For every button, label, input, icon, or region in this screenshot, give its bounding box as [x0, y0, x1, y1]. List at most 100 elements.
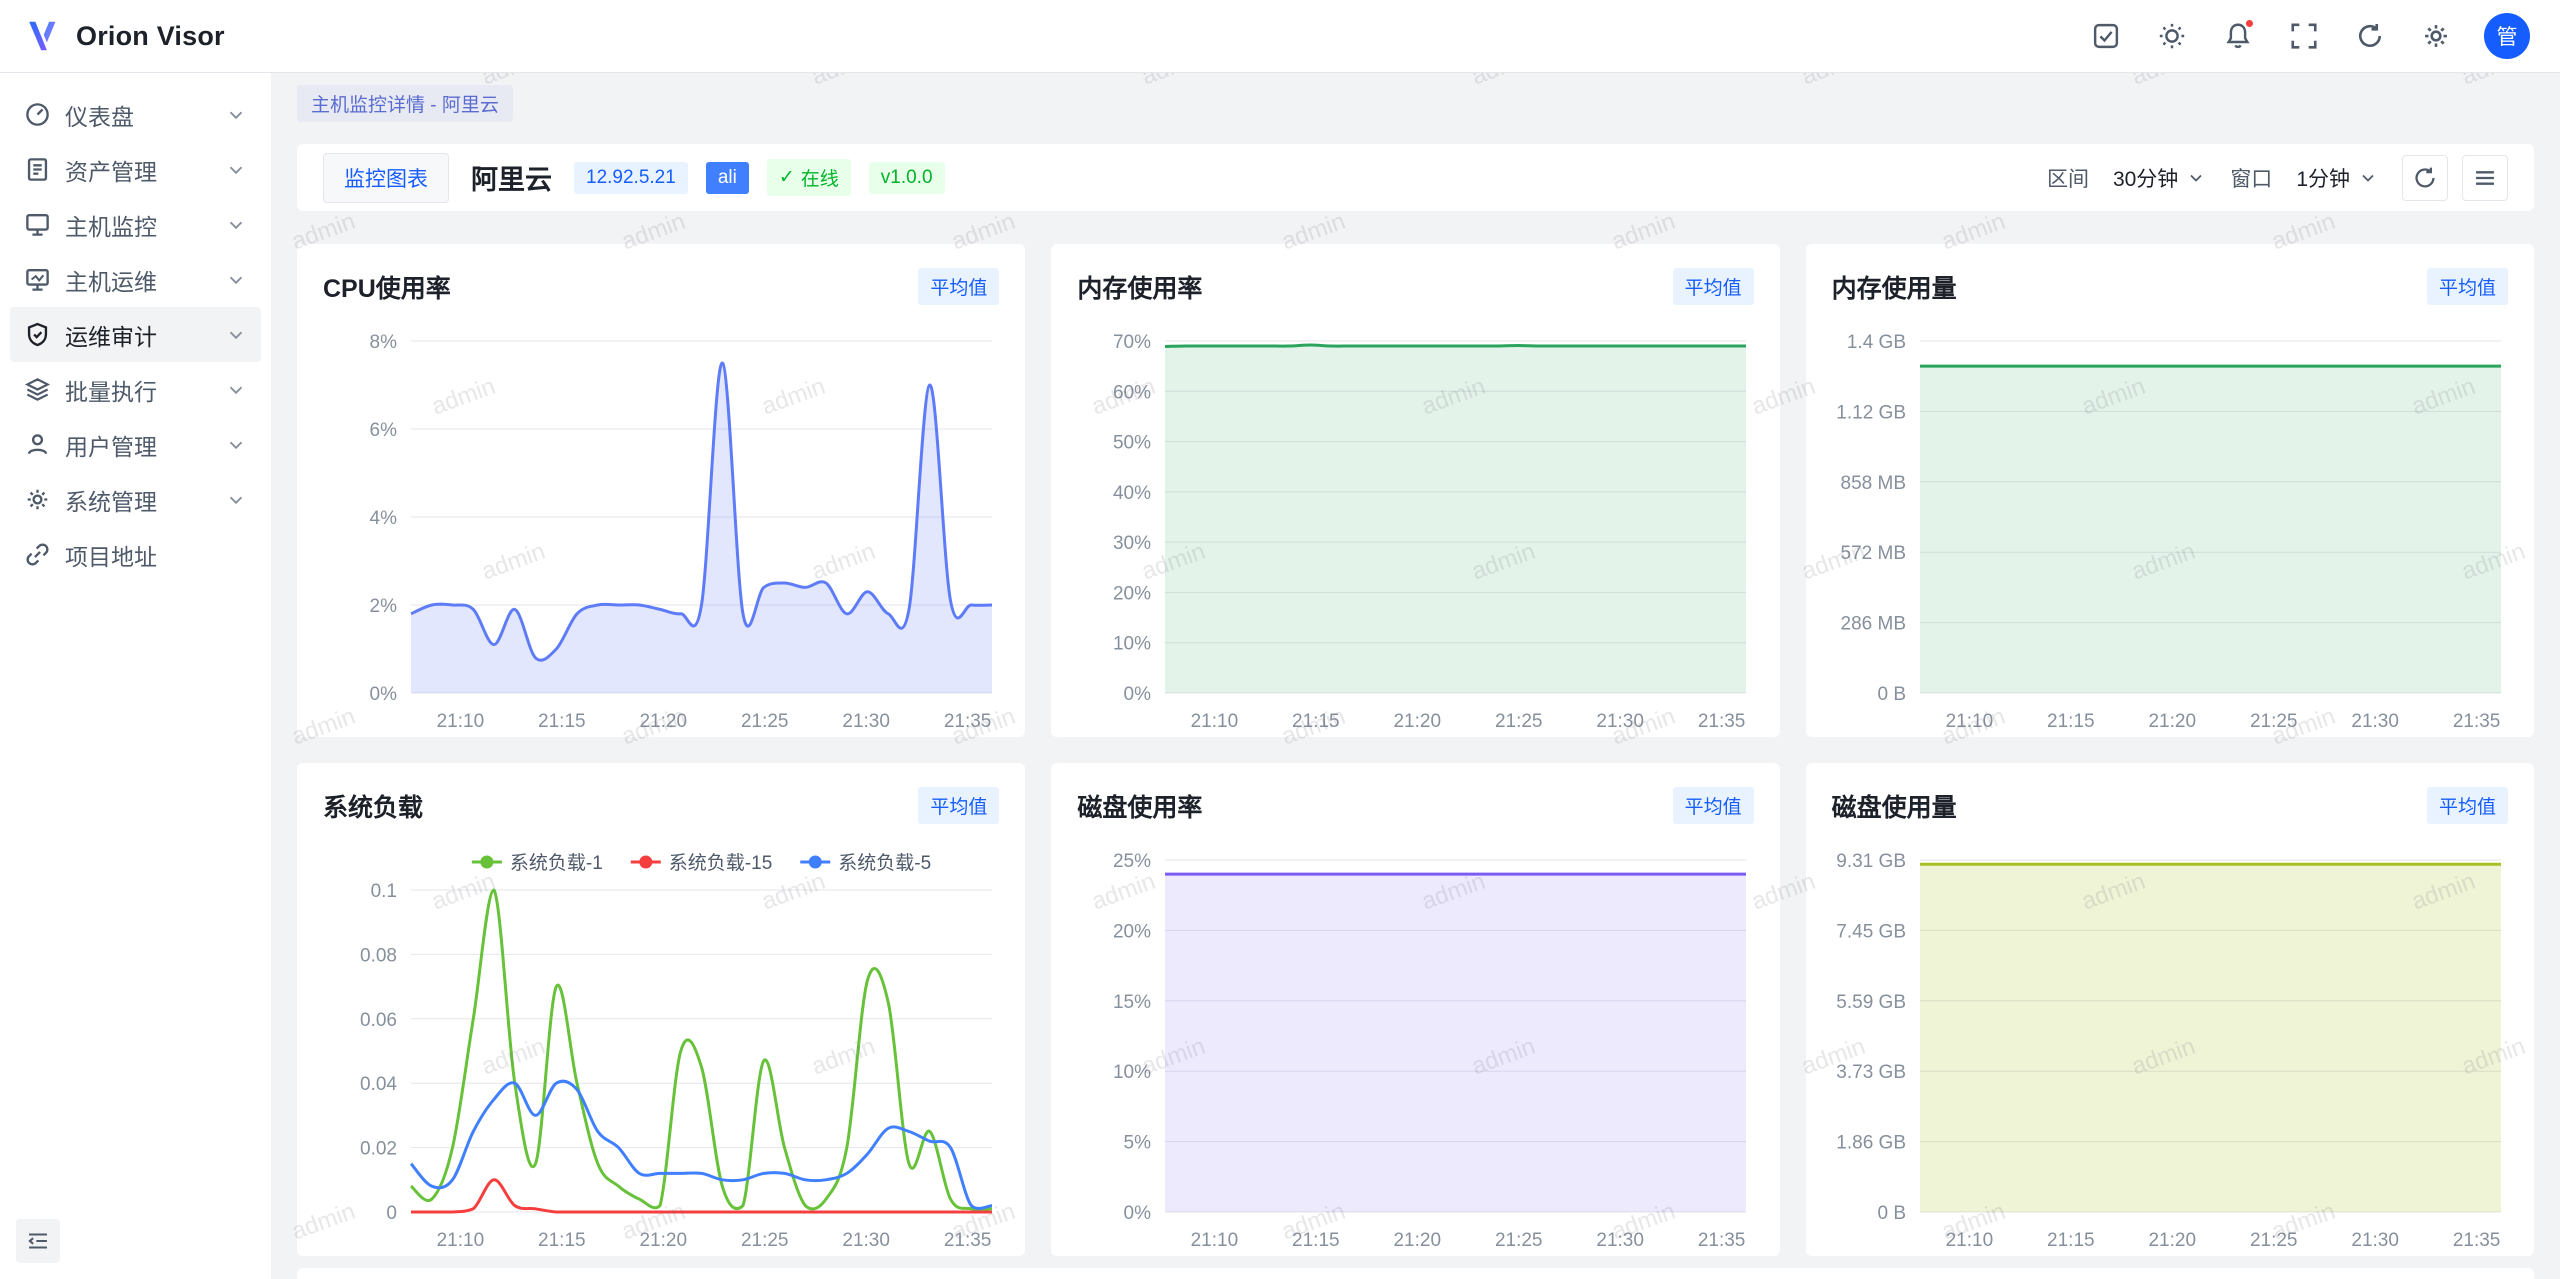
svg-text:21:30: 21:30 — [842, 1230, 890, 1251]
sidebar-item-label: 运维审计 — [65, 318, 211, 352]
svg-text:10%: 10% — [1113, 1062, 1151, 1083]
check-icon: ✓ — [779, 166, 795, 189]
dashboard-icon — [24, 101, 51, 128]
disk-amount-chart: 0 B1.86 GB3.73 GB5.59 GB7.45 GB9.31 GB21… — [1806, 832, 2534, 1256]
svg-text:20%: 20% — [1113, 921, 1151, 942]
notification-bell-icon[interactable] — [2212, 10, 2264, 62]
avg-badge: 平均值 — [1673, 787, 1754, 824]
svg-text:21:10: 21:10 — [437, 711, 485, 732]
collapse-sidebar-icon[interactable] — [16, 1219, 60, 1263]
avg-badge: 平均值 — [2427, 787, 2508, 824]
chevron-down-icon — [225, 159, 247, 181]
memory-amount-chart: 0 B286 MB572 MB858 MB1.12 GB1.4 GB21:102… — [1806, 313, 2534, 737]
svg-text:21:15: 21:15 — [2047, 1230, 2095, 1251]
next-row-card-stub — [297, 1268, 2534, 1279]
batch-layers-icon — [24, 376, 51, 403]
svg-text:50%: 50% — [1113, 433, 1151, 454]
svg-text:21:15: 21:15 — [538, 1230, 586, 1251]
svg-text:25%: 25% — [1113, 851, 1151, 872]
svg-text:21:30: 21:30 — [1597, 711, 1645, 732]
svg-text:21:25: 21:25 — [1495, 711, 1543, 732]
chevron-down-icon — [225, 214, 247, 236]
monitor-chart-button[interactable]: 监控图表 — [323, 153, 449, 203]
theme-sun-icon[interactable] — [2146, 10, 2198, 62]
memory-amount-card: 内存使用量 平均值 0 B286 MB572 MB858 MB1.12 GB1.… — [1806, 244, 2534, 737]
chart-title: 内存使用率 — [1077, 269, 1202, 305]
header-actions: 管 — [2080, 10, 2530, 62]
svg-text:系统负载-5: 系统负载-5 — [838, 852, 931, 874]
sidebar-item-batch-exec[interactable]: 批量执行 — [10, 362, 261, 417]
svg-text:21:20: 21:20 — [1394, 1230, 1442, 1251]
sidebar-item-ops-audit[interactable]: 运维审计 — [10, 307, 261, 362]
sidebar-item-host-monitor[interactable]: 主机监控 — [10, 197, 261, 252]
svg-text:1.12 GB: 1.12 GB — [1836, 402, 1906, 423]
chart-title: 磁盘使用率 — [1077, 788, 1202, 824]
chart-title: 磁盘使用量 — [1832, 788, 1957, 824]
disk-rate-chart: 0%5%10%15%20%25%21:1021:1521:2021:2521:3… — [1051, 832, 1779, 1256]
host-ip-tag: 12.92.5.21 — [574, 162, 688, 194]
main-content: 主机监控详情 - 阿里云 监控图表 阿里云 12.92.5.21 ali ✓ 在… — [271, 73, 2560, 1279]
svg-text:0: 0 — [386, 1203, 397, 1224]
sidebar-item-host-ops[interactable]: 主机运维 — [10, 252, 261, 307]
window-select[interactable]: 1分钟 — [2286, 155, 2388, 201]
chart-menu-button[interactable] — [2462, 155, 2508, 201]
svg-text:9.31 GB: 9.31 GB — [1836, 851, 1906, 872]
svg-text:21:25: 21:25 — [741, 1230, 789, 1251]
check-square-icon[interactable] — [2080, 10, 2132, 62]
svg-text:30%: 30% — [1113, 533, 1151, 554]
sidebar-item-label: 主机运维 — [65, 263, 211, 297]
svg-text:3.73 GB: 3.73 GB — [1836, 1062, 1906, 1083]
disk-rate-card: 磁盘使用率 平均值 0%5%10%15%20%25%21:1021:1521:2… — [1051, 763, 1779, 1256]
sidebar-item-label: 用户管理 — [65, 428, 211, 462]
assets-icon — [24, 156, 51, 183]
svg-text:8%: 8% — [370, 332, 398, 353]
toolbar-controls: 区间 30分钟 窗口 1分钟 — [2047, 155, 2508, 201]
chevron-down-icon — [225, 269, 247, 291]
svg-text:5%: 5% — [1124, 1133, 1152, 1154]
sidebar-item-project-url[interactable]: 项目地址 — [10, 527, 261, 582]
memory-rate-chart: 0%10%20%30%40%50%60%70%21:1021:1521:2021… — [1051, 313, 1779, 737]
svg-text:系统负载-1: 系统负载-1 — [510, 852, 603, 874]
avg-badge: 平均值 — [1673, 268, 1754, 305]
chevron-down-icon — [225, 324, 247, 346]
chevron-down-icon — [225, 434, 247, 456]
host-name: 阿里云 — [471, 158, 552, 197]
notification-dot — [2244, 18, 2255, 29]
app-logo[interactable]: Orion Visor — [26, 17, 225, 55]
fullscreen-icon[interactable] — [2278, 10, 2330, 62]
sidebar-item-user-mgmt[interactable]: 用户管理 — [10, 417, 261, 472]
refresh-icon[interactable] — [2344, 10, 2396, 62]
refresh-icon — [2412, 165, 2438, 191]
svg-text:21:20: 21:20 — [2148, 1230, 2196, 1251]
svg-text:21:10: 21:10 — [1945, 711, 1993, 732]
svg-text:858 MB: 858 MB — [1840, 473, 1905, 494]
svg-text:40%: 40% — [1113, 483, 1151, 504]
svg-text:1.4 GB: 1.4 GB — [1847, 332, 1906, 353]
svg-text:21:35: 21:35 — [2452, 1230, 2500, 1251]
sidebar-item-dashboard[interactable]: 仪表盘 — [10, 87, 261, 142]
svg-text:6%: 6% — [370, 420, 398, 441]
svg-text:21:35: 21:35 — [1698, 711, 1746, 732]
host-monitor-icon — [24, 211, 51, 238]
sidebar-item-system-mgmt[interactable]: 系统管理 — [10, 472, 261, 527]
system-load-card: 系统负载 平均值 00.020.040.060.080.121:1021:152… — [297, 763, 1025, 1256]
refresh-charts-button[interactable] — [2402, 155, 2448, 201]
svg-text:0%: 0% — [1124, 684, 1152, 705]
svg-text:21:20: 21:20 — [1394, 711, 1442, 732]
svg-text:286 MB: 286 MB — [1840, 614, 1905, 635]
window-label: 窗口 — [2230, 163, 2272, 193]
audit-shield-icon — [24, 321, 51, 348]
svg-text:21:25: 21:25 — [2250, 711, 2298, 732]
window-value: 1分钟 — [2296, 163, 2350, 193]
logo-icon — [26, 17, 64, 55]
host-status-tag: ✓ 在线 — [767, 159, 851, 196]
svg-text:21:15: 21:15 — [2047, 711, 2095, 732]
sidebar-item-assets[interactable]: 资产管理 — [10, 142, 261, 197]
charts-grid: CPU使用率 平均值 0%2%4%6%8%21:1021:1521:2021:2… — [297, 244, 2534, 1256]
chevron-down-icon — [2186, 168, 2206, 188]
menu-icon — [2472, 165, 2498, 191]
user-avatar[interactable]: 管 — [2484, 13, 2530, 59]
settings-gear-icon[interactable] — [2410, 10, 2462, 62]
host-code-tag: ali — [706, 162, 749, 194]
interval-select[interactable]: 30分钟 — [2103, 155, 2216, 201]
